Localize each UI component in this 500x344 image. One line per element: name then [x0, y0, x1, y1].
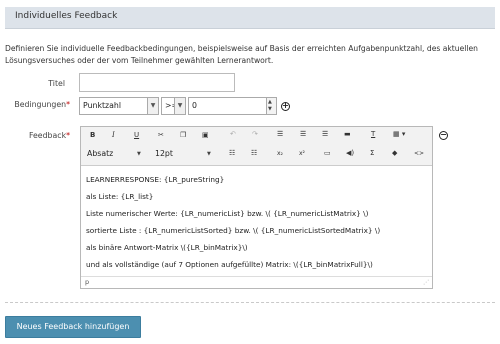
font-size-select[interactable]: 12pt ▼	[155, 149, 211, 158]
condition-operator-select[interactable]: >= ▼	[161, 97, 186, 115]
conditions-label: Bedingungen*	[5, 100, 70, 109]
remove-feedback-icon[interactable]: −	[439, 131, 448, 140]
required-mark: *	[66, 131, 70, 140]
bullet-list-icon[interactable]: ☷	[229, 149, 235, 157]
format-select-value: Absatz	[87, 149, 114, 158]
chevron-down-icon: ▼	[137, 151, 141, 157]
table-icon[interactable]: ▦ ▾	[393, 130, 405, 138]
title-label-text: Titel	[48, 79, 65, 88]
underline-icon[interactable]: U	[134, 131, 139, 139]
element-path: p	[85, 278, 90, 286]
condition-type-value: Punktzahl	[83, 101, 121, 110]
align-center-icon[interactable]: ☰	[300, 130, 306, 138]
code-icon[interactable]: <>	[414, 150, 424, 157]
condition-value: 0	[192, 101, 197, 110]
editor-toolbar: B I U ✂ ❐ ▣ ↶ ↷ ☰ ☰ ☰ ▬ T ▦ ▾ Absatz ▼ 12…	[81, 127, 432, 166]
insert-icon[interactable]: ◆	[392, 149, 397, 157]
add-feedback-button[interactable]: Neues Feedback hinzufügen	[5, 316, 141, 338]
resize-handle-icon[interactable]: ⋰	[423, 279, 429, 286]
font-size-value: 12pt	[155, 149, 173, 158]
clear-format-icon[interactable]: T	[371, 130, 375, 138]
editor-statusbar: p ⋰	[81, 276, 432, 288]
required-mark: *	[66, 100, 70, 109]
section-header: Individuelles Feedback	[5, 7, 495, 29]
media-icon[interactable]: ◀)	[346, 149, 354, 157]
paste-icon[interactable]: ▣	[202, 131, 209, 139]
redo-icon[interactable]: ↷	[252, 130, 258, 138]
editor-line: sortierte Liste : {LR_numericListSorted}…	[86, 226, 381, 235]
feedback-editor[interactable]: B I U ✂ ❐ ▣ ↶ ↷ ☰ ☰ ☰ ▬ T ▦ ▾ Absatz ▼ 12…	[80, 126, 433, 289]
editor-line: als Liste: {LR_list}	[86, 192, 154, 201]
editor-line: als binäre Antwort-Matrix \({LR_binMatri…	[86, 243, 248, 252]
condition-type-select[interactable]: Punktzahl ▼	[79, 97, 159, 115]
editor-line: Liste numerischer Werte: {LR_numericList…	[86, 209, 369, 218]
title-label: Titel	[25, 79, 65, 88]
cut-icon[interactable]: ✂	[158, 131, 164, 139]
feedback-label: Feedback*	[5, 131, 70, 140]
align-right-icon[interactable]: ☰	[322, 130, 328, 138]
subscript-icon[interactable]: x₂	[277, 150, 283, 157]
sum-icon[interactable]: Σ	[370, 149, 374, 157]
undo-icon[interactable]: ↶	[230, 130, 236, 138]
editor-line: LEARNERRESPONSE: {LR_pureString}	[86, 175, 225, 184]
superscript-icon[interactable]: x²	[299, 150, 305, 157]
section-title: Individuelles Feedback	[15, 11, 118, 21]
chevron-down-icon: ▼	[147, 98, 158, 114]
title-input[interactable]	[79, 73, 235, 92]
numbered-list-icon[interactable]: ☷	[251, 149, 257, 157]
justify-icon[interactable]: ▬	[344, 130, 351, 138]
image-icon[interactable]: ▭	[324, 149, 331, 157]
copy-icon[interactable]: ❐	[180, 131, 186, 139]
chevron-down-icon: ▼	[207, 151, 211, 157]
align-left-icon[interactable]: ☰	[277, 130, 283, 138]
description-text: Definieren Sie individuelle Feedbackbedi…	[5, 44, 478, 65]
format-select[interactable]: Absatz ▼	[87, 149, 141, 158]
add-condition-icon[interactable]: +	[281, 102, 290, 111]
chevron-down-icon: ▼	[174, 98, 185, 114]
conditions-label-text: Bedingungen	[14, 100, 67, 109]
feedback-label-text: Feedback	[28, 131, 67, 140]
divider	[5, 302, 495, 303]
editor-line: und als vollständige (auf 7 Optionen auf…	[86, 260, 373, 269]
bold-icon[interactable]: B	[90, 131, 95, 139]
condition-value-stepper[interactable]: 0 ▲ ▼	[188, 97, 277, 115]
stepper-icon[interactable]: ▲ ▼	[266, 98, 276, 114]
italic-icon[interactable]: I	[112, 131, 115, 139]
editor-content[interactable]: LEARNERRESPONSE: {LR_pureString} als Lis…	[86, 171, 380, 273]
